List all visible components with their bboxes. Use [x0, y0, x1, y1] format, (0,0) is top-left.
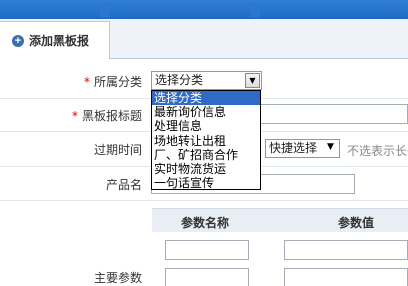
param-name-input[interactable] [165, 268, 249, 286]
params-table-header: 参数名称 参数值 [152, 208, 408, 232]
category-option[interactable]: 实时物流货运 [152, 162, 260, 176]
required-mark: * [71, 109, 78, 123]
product-label: 产品名 [105, 178, 142, 192]
top-bar-decoration [100, 3, 110, 17]
param-value-input[interactable] [284, 240, 408, 260]
category-dropdown-list[interactable]: 选择分类 最新询价信息 处理信息 场地转让出租 厂、矿招商合作 实时物流货运 一句话宣传 [151, 90, 261, 190]
divider [0, 200, 408, 201]
chevron-down-icon[interactable]: ▼ [245, 73, 260, 88]
tab-add-blackboard[interactable]: + 添加黑板报 [0, 21, 110, 59]
top-bar [0, 0, 408, 19]
expiry-hint: 不选表示长久 [347, 144, 408, 158]
category-select[interactable]: 选择分类 ▼ [151, 71, 262, 90]
category-option[interactable]: 一句话宣传 [152, 176, 260, 190]
param-name-input[interactable] [165, 240, 249, 260]
param-value-header: 参数值 [338, 216, 375, 230]
tab-strip: + 添加黑板报 [0, 19, 408, 59]
title-label-text: 黑板报标题 [81, 109, 142, 123]
params-label: 主要参数 [93, 271, 142, 285]
category-option[interactable]: 场地转让出租 [152, 134, 260, 148]
quick-select-value: 快捷选择 [269, 141, 318, 155]
category-select-value: 选择分类 [155, 73, 204, 87]
title-label: * 黑板报标题 [72, 107, 142, 124]
category-label: * 所属分类 [84, 73, 142, 90]
param-value-input[interactable] [284, 268, 408, 286]
category-option[interactable]: 最新询价信息 [152, 105, 260, 119]
required-mark: * [83, 75, 90, 89]
chevron-down-icon[interactable]: ▼ [323, 141, 338, 156]
param-name-header: 参数名称 [181, 216, 230, 230]
category-option[interactable]: 选择分类 [152, 91, 260, 106]
top-bar-decoration [250, 3, 260, 17]
tab-label: 添加黑板报 [29, 34, 90, 48]
expiry-label: 过期时间 [93, 143, 142, 157]
category-option[interactable]: 处理信息 [152, 119, 260, 133]
category-label-text: 所属分类 [93, 75, 142, 89]
plus-circle-icon: + [12, 34, 24, 47]
category-option[interactable]: 厂、矿招商合作 [152, 148, 260, 162]
quick-select[interactable]: 快捷选择 ▼ [265, 139, 340, 158]
